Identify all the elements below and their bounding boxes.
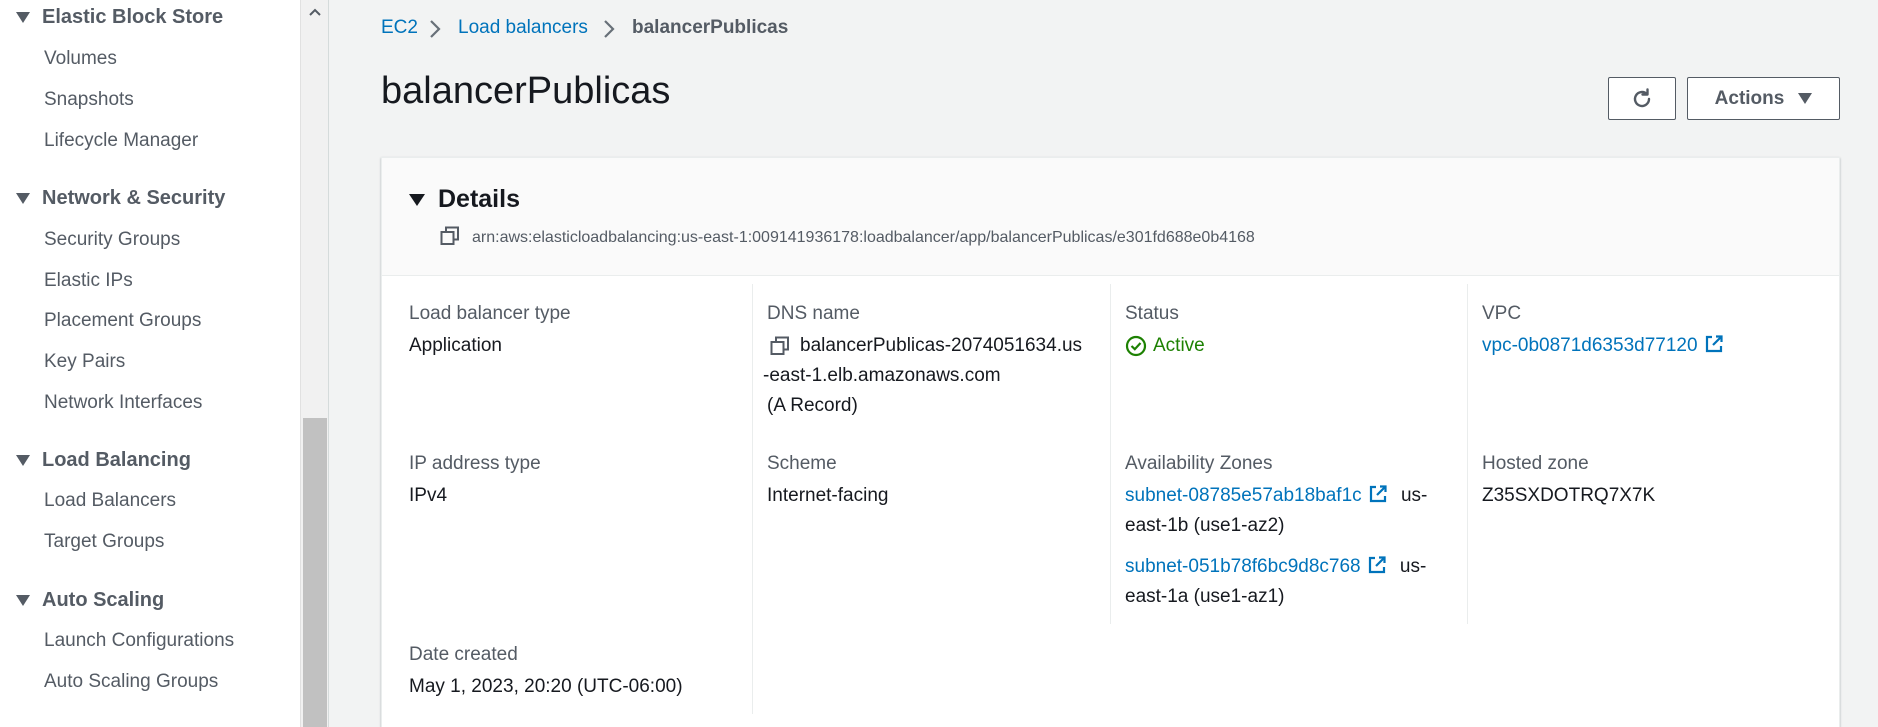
nav-item-placement-groups[interactable]: Placement Groups: [44, 310, 201, 332]
chevron-up-icon: [309, 8, 321, 16]
caret-down-icon: [16, 595, 30, 606]
hosted-zone-label: Hosted zone: [1482, 453, 1589, 474]
dns-name-line1: balancerPublicas-2074051634.us: [800, 335, 1083, 356]
page-title: balancerPublicas: [381, 70, 671, 112]
copy-icon[interactable]: [440, 226, 460, 246]
az-zone-text: east-1b (use1-az2): [1125, 515, 1285, 536]
lb-type-label: Load balancer type: [409, 303, 571, 324]
ip-type-label: IP address type: [409, 453, 541, 474]
external-link-icon[interactable]: [1704, 334, 1724, 354]
nav-section-load-balancing[interactable]: Load Balancing: [0, 449, 191, 472]
sidebar: Elastic Block Store Volumes Snapshots Li…: [0, 0, 300, 727]
scroll-up-button[interactable]: [301, 0, 329, 24]
divider: [328, 0, 329, 727]
date-created-value: May 1, 2023, 20:20 (UTC-06:00): [409, 676, 683, 697]
ip-type-value: IPv4: [409, 485, 448, 506]
breadcrumb-load-balancers[interactable]: Load balancers: [458, 17, 588, 39]
details-header: Details arn:aws:elasticloadbalancing:us-…: [382, 158, 1839, 276]
status-value: Active: [1153, 335, 1205, 356]
nav-item-elastic-ips[interactable]: Elastic IPs: [44, 270, 133, 292]
nav-item-auto-scaling-groups[interactable]: Auto Scaling Groups: [44, 671, 218, 693]
date-created-label: Date created: [409, 644, 518, 665]
scroll-thumb[interactable]: [303, 418, 327, 727]
nav-section-auto-scaling[interactable]: Auto Scaling: [0, 589, 164, 612]
status-label: Status: [1125, 303, 1179, 324]
actions-label: Actions: [1714, 87, 1785, 109]
caret-down-icon: [16, 455, 30, 466]
caret-down-icon: [16, 12, 30, 23]
nav-item-key-pairs[interactable]: Key Pairs: [44, 351, 125, 373]
external-link-icon[interactable]: [1368, 484, 1388, 504]
sidebar-scrollbar[interactable]: [300, 0, 328, 727]
subnet-link[interactable]: subnet-051b78f6bc9d8c768: [1125, 556, 1361, 577]
chevron-right-icon: [430, 20, 441, 38]
scheme-value: Internet-facing: [767, 485, 889, 506]
subnet-link[interactable]: subnet-08785e57ab18baf1c: [1125, 485, 1362, 506]
nav-item-target-groups[interactable]: Target Groups: [44, 531, 164, 553]
chevron-right-icon: [604, 20, 615, 38]
hosted-zone-value: Z35SXDOTRQ7X7K: [1482, 485, 1656, 506]
az-zone-text: us-: [1400, 485, 1428, 506]
nav-item-launch-configurations[interactable]: Launch Configurations: [44, 630, 234, 652]
nav-item-load-balancers[interactable]: Load Balancers: [44, 490, 176, 512]
collapse-caret-icon[interactable]: [409, 194, 425, 206]
nav-item-snapshots[interactable]: Snapshots: [44, 89, 134, 111]
vpc-label: VPC: [1482, 303, 1522, 324]
az-subnet-row: subnet-08785e57ab18baf1c us-: [1125, 481, 1427, 511]
caret-down-icon: [1798, 93, 1813, 104]
dns-name-line2: -east-1.elb.amazonaws.com: [763, 365, 1001, 386]
column-divider: [1110, 284, 1111, 624]
details-panel: Details arn:aws:elasticloadbalancing:us-…: [381, 157, 1840, 727]
nav-item-volumes[interactable]: Volumes: [44, 48, 117, 70]
nav-item-security-groups[interactable]: Security Groups: [44, 229, 180, 251]
breadcrumb-ec2[interactable]: EC2: [381, 17, 418, 39]
nav-section-network-security[interactable]: Network & Security: [0, 187, 225, 210]
az-subnet-row: subnet-051b78f6bc9d8c768 us-: [1125, 552, 1426, 582]
scheme-label: Scheme: [767, 453, 837, 474]
vpc-row: vpc-0b0871d6353d77120: [1482, 331, 1724, 361]
nav-item-lifecycle-manager[interactable]: Lifecycle Manager: [44, 130, 198, 152]
nav-section-elastic-block-store[interactable]: Elastic Block Store: [0, 6, 223, 29]
arn-value: arn:aws:elasticloadbalancing:us-east-1:0…: [472, 229, 1255, 246]
column-divider: [752, 284, 753, 714]
refresh-button[interactable]: [1608, 77, 1676, 120]
lb-type-value: Application: [409, 335, 502, 356]
dns-name-label: DNS name: [767, 303, 860, 324]
az-zone-text: us-: [1399, 556, 1427, 577]
copy-icon[interactable]: [770, 336, 790, 356]
breadcrumb-current: balancerPublicas: [632, 17, 789, 38]
nav-item-network-interfaces[interactable]: Network Interfaces: [44, 392, 202, 414]
actions-button[interactable]: Actions: [1687, 77, 1840, 120]
az-zone-text: east-1a (use1-az1): [1125, 586, 1285, 607]
dns-record-type: (A Record): [767, 395, 858, 416]
status-badge: Active: [1125, 331, 1205, 361]
az-label: Availability Zones: [1125, 453, 1273, 474]
caret-down-icon: [16, 193, 30, 204]
vpc-link[interactable]: vpc-0b0871d6353d77120: [1482, 335, 1698, 356]
refresh-icon: [1633, 87, 1651, 107]
details-title: Details: [438, 185, 520, 213]
external-link-icon[interactable]: [1367, 555, 1387, 575]
column-divider: [1467, 284, 1468, 624]
check-circle-icon: [1125, 335, 1147, 357]
